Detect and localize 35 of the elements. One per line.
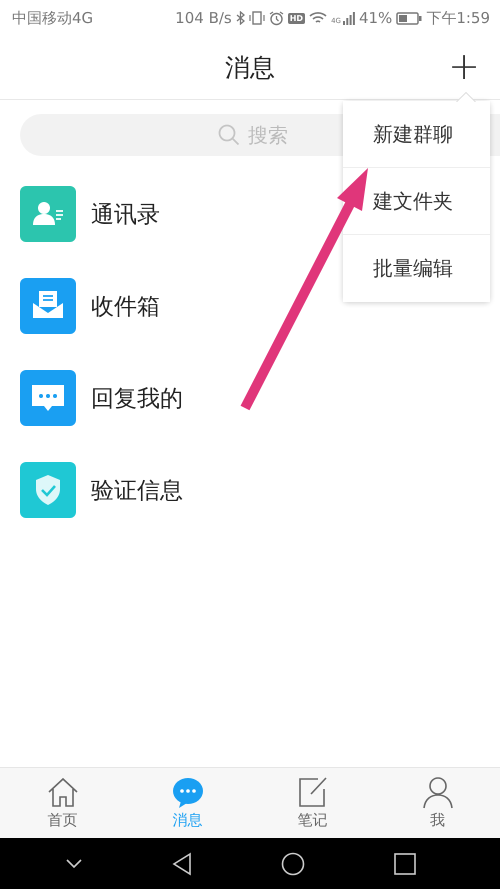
recents-square-icon <box>394 852 416 874</box>
chevron-down-icon <box>64 858 82 870</box>
search-icon <box>218 124 240 146</box>
tab[interactable]: 笔记 <box>250 768 375 838</box>
chat-bubble-icon <box>170 776 204 810</box>
wifi-icon <box>309 11 328 25</box>
tab[interactable]: 首页 <box>0 768 125 838</box>
envelope-icon <box>20 278 76 334</box>
signal-icon <box>342 11 355 25</box>
battery-icon <box>396 11 422 25</box>
network-speed: 104 B/s <box>175 9 232 27</box>
hd-badge: HD <box>288 12 306 24</box>
shield-check-icon <box>20 462 76 518</box>
menu-item[interactable]: 建文件夹 <box>343 168 490 235</box>
person-icon <box>420 776 454 810</box>
list-item[interactable]: 通讯录 <box>20 186 160 242</box>
menu-item[interactable]: 批量编辑 <box>343 235 490 302</box>
carrier-name: 中国移动4G <box>12 8 94 28</box>
clock: 下午1:59 <box>426 8 490 28</box>
list-item[interactable]: 回复我的 <box>20 370 183 426</box>
alarm-icon <box>268 10 284 26</box>
add-button[interactable]: + <box>448 44 480 88</box>
menu-item[interactable]: 新建群聊 <box>343 101 490 168</box>
tab[interactable]: 我 <box>375 768 500 838</box>
list-item[interactable]: 验证信息 <box>20 462 183 518</box>
back-icon <box>172 852 192 876</box>
speech-bubble-icon <box>20 370 76 426</box>
bluetooth-icon <box>236 11 245 25</box>
page-title: 消息 <box>225 52 275 84</box>
list-item[interactable]: 收件箱 <box>20 278 160 334</box>
home-circle-icon <box>280 852 304 876</box>
battery-percent: 41% <box>358 9 392 27</box>
vibrate-icon <box>248 11 265 25</box>
person-card-icon <box>20 186 76 242</box>
house-icon <box>46 776 80 810</box>
